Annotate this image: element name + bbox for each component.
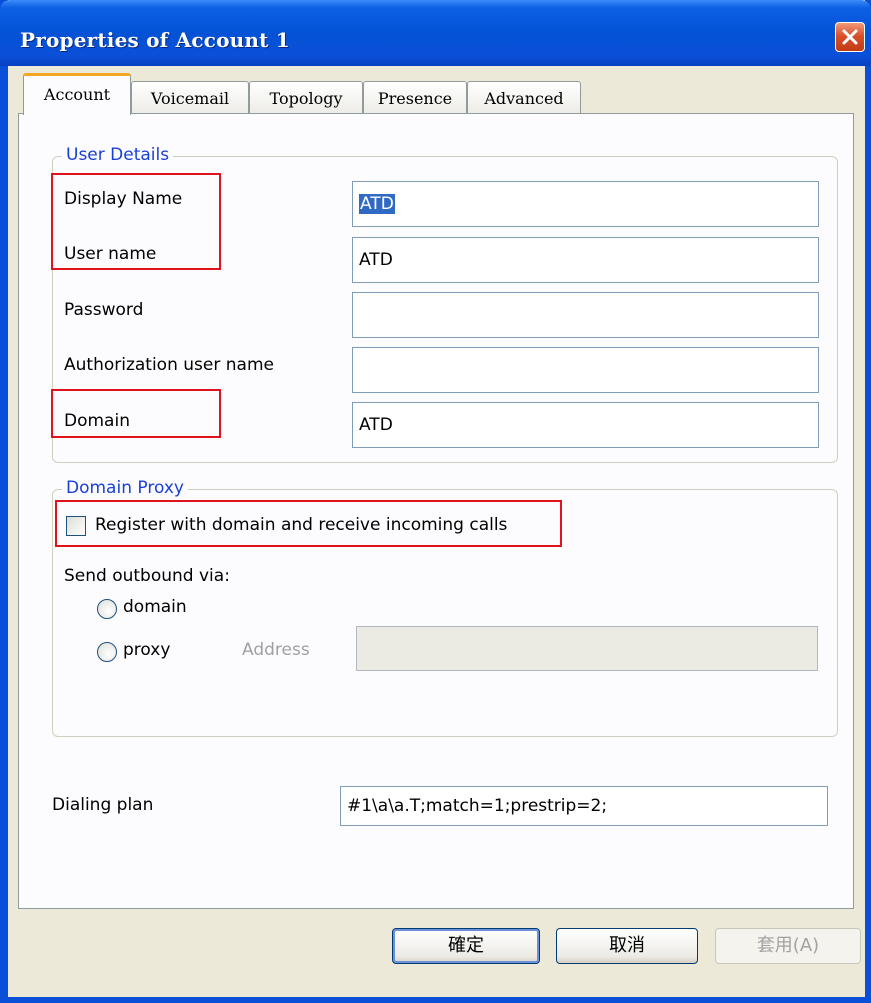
highlight-box-domain	[51, 389, 221, 438]
dialing-plan-field[interactable]: #1\a\a.T;match=1;prestrip=2;	[340, 786, 828, 826]
user-details-group-label: User Details	[62, 145, 174, 165]
ok-button[interactable]: 確定	[392, 928, 540, 964]
authorization-user-name-label: Authorization user name	[64, 355, 274, 375]
highlight-box-register	[55, 500, 562, 547]
tab-advanced[interactable]: Advanced	[467, 81, 581, 115]
tab-presence[interactable]: Presence	[363, 81, 467, 115]
radio-domain-label[interactable]: domain	[123, 597, 187, 617]
tab-presence-label: Presence	[377, 89, 453, 108]
radio-proxy-label[interactable]: proxy	[123, 640, 170, 660]
close-button[interactable]	[835, 22, 865, 52]
tab-topology-label: Topology	[269, 89, 343, 108]
tab-account[interactable]: Account	[23, 73, 131, 115]
radio-domain[interactable]	[97, 599, 117, 619]
display-name-field[interactable]: ATD	[352, 181, 819, 227]
tab-voicemail-label: Voicemail	[150, 89, 230, 108]
password-field[interactable]	[352, 292, 819, 338]
window-title: Properties of Account 1	[20, 28, 290, 52]
apply-button[interactable]: 套用(A)	[715, 928, 861, 964]
tab-advanced-label: Advanced	[484, 89, 564, 108]
tab-voicemail[interactable]: Voicemail	[131, 81, 249, 115]
address-label: Address	[242, 640, 310, 660]
tab-topology[interactable]: Topology	[249, 81, 363, 115]
close-icon	[842, 29, 858, 45]
display-name-value: ATD	[359, 194, 395, 214]
radio-proxy[interactable]	[97, 642, 117, 662]
user-name-field[interactable]: ATD	[352, 237, 819, 283]
highlight-box-names	[51, 173, 221, 270]
send-outbound-label: Send outbound via:	[64, 566, 230, 586]
password-label: Password	[64, 300, 144, 320]
domain-proxy-group-label: Domain Proxy	[62, 478, 188, 498]
address-field[interactable]	[356, 626, 818, 671]
title-bar[interactable]: Properties of Account 1	[0, 0, 871, 66]
cancel-button[interactable]: 取消	[556, 928, 698, 964]
authorization-user-name-field[interactable]	[352, 347, 819, 393]
tab-account-label: Account	[43, 85, 111, 104]
dialing-plan-label: Dialing plan	[52, 795, 154, 815]
domain-field[interactable]: ATD	[352, 402, 819, 448]
